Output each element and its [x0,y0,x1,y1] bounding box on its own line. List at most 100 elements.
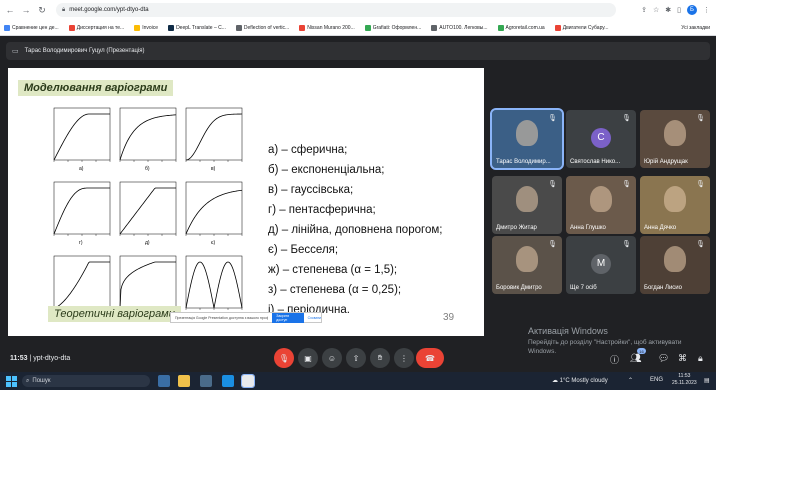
hide-link[interactable]: Сховати [308,316,321,320]
url-text: meet.google.com/ypt-dtyo-dta [69,7,149,13]
participant-tile[interactable]: 🎙︎ Богдан Лисио [640,236,710,294]
bookmark-item[interactable]: Deflection of vertic... [235,24,290,31]
lock-icon: 🔒︎ [62,6,66,13]
participant-name: Анна Дячко [644,225,677,231]
bookmark-favicon-icon [235,24,242,31]
bookmark-favicon-icon [4,24,10,31]
meet-controls: 11:53 | ypt-dtyo-dta 🎙︎ ▣ ☺ ⇧ ✋︎ ⋮ ☎︎ ⓘ … [0,344,716,372]
plot-frame [119,255,177,309]
notifications-icon[interactable]: ▤ [704,377,710,384]
leave-call-button[interactable]: ☎︎ [416,348,444,368]
model-list-item: д) – лінійна, доповнена порогом; [268,224,443,236]
store-icon[interactable] [200,375,212,387]
bookmark-label: Сравнение цен де... [12,24,59,31]
muted-mic-icon: 🎙︎ [622,115,631,122]
variogram-curve [185,113,243,161]
browser-chrome: ← → ↻ 🔒︎ meet.google.com/ypt-dtyo-dta ⇪ … [0,0,716,36]
sharing-banner: Презентація Google Presentation доступна… [170,312,322,323]
bookmark-item[interactable]: Диссертация на те... [68,24,124,31]
bookmark-item[interactable]: DeepL Translate – C... [168,24,226,31]
participant-name: Ще 7 осіб [570,285,597,291]
tray-overflow-icon[interactable]: ⌃ [628,377,633,384]
plot-label: д) [145,240,150,246]
bookmark-favicon-icon [68,24,75,31]
meeting-time: 11:53 | ypt-dtyo-dta [10,355,70,362]
file-explorer-icon[interactable] [178,375,190,387]
weather-widget[interactable]: ☁︎ 1°C Mostly cloudy [552,377,608,384]
muted-mic-icon: 🎙︎ [548,241,557,248]
windows-start-icon[interactable] [4,374,18,388]
profile-avatar[interactable]: Б [687,5,697,15]
bookmark-item[interactable]: Nissan Murano 200... [299,24,355,31]
back-icon[interactable]: ← [4,4,16,16]
all-bookmarks[interactable]: Усі закладки [681,25,716,31]
bookmark-favicon-icon [431,24,438,31]
model-list: а) – сферична; б) – експоненціальна; в) – … [268,140,442,320]
muted-mic-icon: 🎙︎ [696,181,705,188]
taskbar-search[interactable]: ⌕ Пошук [22,375,150,387]
participant-tile[interactable]: С 🎙︎ Святослав Нико... [566,110,636,168]
bookmark-item[interactable]: Invoice [134,24,159,31]
bookmark-favicon-icon [134,24,141,31]
meeting-code: ypt-dtyo-dta [33,354,71,362]
bookmark-label: Grafiati: Оформлен... [372,24,422,31]
people-icon[interactable]: 👥︎ [630,353,641,364]
presenter-bar: ▭ Тарас Володимирович Гуцул (Презентація… [6,42,710,60]
activities-icon[interactable]: ⌘ [678,353,687,364]
bookmark-favicon-icon [299,24,306,31]
bookmark-favicon-icon [364,24,371,31]
bookmark-item[interactable]: Сравнение цен де... [4,24,59,31]
participant-tile[interactable]: 🎙︎ Дмитро Житар [492,176,562,234]
variogram-curve [119,187,176,235]
participant-avatar: С [591,127,611,148]
task-view-icon[interactable] [158,375,170,387]
bookmark-label: Invoice [142,24,159,31]
chrome-icon[interactable] [241,374,255,388]
stop-sharing-button[interactable]: Закрити доступ [272,312,304,323]
reactions-button[interactable]: ☺ [322,348,342,368]
mic-off-button[interactable]: 🎙︎ [274,348,294,368]
plot-label: б) [145,166,150,172]
present-button[interactable]: ⇧ [346,348,366,368]
participant-tile[interactable]: 🎙︎ Боровик Дмитро [492,236,562,294]
taskbar-clock[interactable]: 11:53 25.11.2023 [672,373,697,387]
plot-label: є) [211,240,216,246]
more-options-button[interactable]: ⋮ [394,348,414,368]
participant-name: Боровик Дмитро [496,285,542,291]
forward-icon[interactable]: → [20,4,32,16]
host-controls-icon[interactable]: 🔒︎ [698,353,703,364]
variogram-curve [119,114,177,161]
participant-tile[interactable]: 🎙︎ Тарас Володимир... [490,108,564,170]
raise-hand-button[interactable]: ✋︎ [370,348,390,368]
bookmark-label: Agroretail.com.ua [505,24,545,31]
chat-icon[interactable]: 💬︎ [658,353,669,364]
participant-name: Тарас Володимир... [496,159,551,165]
meeting-clock: 11:53 [10,354,28,362]
star-icon[interactable]: ☆ [653,6,659,14]
plot-frame [53,181,111,235]
edge-icon[interactable] [222,375,234,387]
share-icon[interactable]: ⇪ [641,6,647,14]
participant-tile[interactable]: М 🎙︎ Ще 7 осіб [566,236,636,294]
menu-icon[interactable]: ⋮ [703,6,710,14]
bookmark-item[interactable]: Agroretail.com.ua [497,24,545,31]
meet-area: ▭ Тарас Володимирович Гуцул (Презентація… [0,36,716,372]
info-icon[interactable]: ⓘ [610,353,619,366]
participant-tile[interactable]: 🎙︎ Анна Дячко [640,176,710,234]
clock-date: 25.11.2023 [672,380,697,386]
bookmark-item[interactable]: AUTO100. Легковы... [431,24,488,31]
bookmark-item[interactable]: Grafiati: Оформлен... [364,24,422,31]
plot-label: а) [79,166,84,172]
video-feed [664,186,686,212]
sidepanel-icon[interactable]: ▯ [677,6,681,14]
language-indicator[interactable]: ENG [650,377,663,383]
address-bar[interactable]: 🔒︎ meet.google.com/ypt-dtyo-dta [56,3,616,17]
reload-icon[interactable]: ↻ [36,4,48,16]
participant-tile[interactable]: 🎙︎ Анна Глушко [566,176,636,234]
participant-tile[interactable]: 🎙︎ Юрій Андрущак [640,110,710,168]
windows-taskbar: ⌕ Пошук ☁︎ 1°C Mostly cloudy ⌃ ENG 11:53… [0,372,716,390]
bookmark-item[interactable]: Двигатели Субару... [554,24,608,31]
bookmark-label: Deflection of vertic... [243,24,290,31]
camera-button[interactable]: ▣ [298,348,318,368]
extensions-icon[interactable]: ✱ [665,6,671,14]
